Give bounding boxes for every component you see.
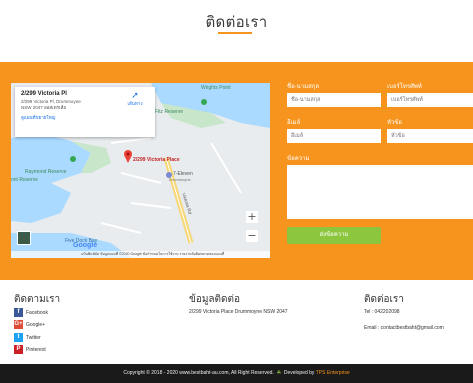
zoom-out-button[interactable]: − bbox=[246, 230, 258, 242]
subject-input[interactable] bbox=[387, 129, 473, 143]
map-label-ont-reserve: ont Reserve bbox=[11, 177, 38, 183]
twitter-icon: t bbox=[14, 333, 23, 342]
phone-label: เบอร์โทรศัพท์ bbox=[387, 84, 422, 90]
google-map[interactable]: 2/299 Victoria Pl 2/299 Victoria Pl, Dru… bbox=[11, 83, 270, 258]
copyright-text: Copyright © 2018 - 2020 www.bestbaht-au.… bbox=[123, 370, 274, 376]
follow-us-title: ติดตามเรา bbox=[14, 294, 61, 305]
message-label: ข้อความ bbox=[287, 156, 310, 162]
contact-email[interactable]: Email : contactbestbaht@gmail.com bbox=[364, 325, 444, 331]
facebook-icon: f bbox=[14, 308, 23, 317]
satellite-toggle[interactable] bbox=[17, 231, 31, 245]
map-label-wrights-point: Wrights Point bbox=[201, 85, 231, 91]
subject-label: หัวข้อ bbox=[387, 120, 403, 126]
social-link-google[interactable]: G+ Google+ bbox=[14, 320, 45, 329]
social-link-facebook[interactable]: f Facebook bbox=[14, 308, 48, 317]
page-title: ติดต่อเรา bbox=[205, 14, 268, 31]
email-label: อีเมล์ bbox=[287, 120, 301, 126]
pinterest-icon: P bbox=[14, 345, 23, 354]
social-label: Facebook bbox=[26, 309, 48, 316]
map-footer: แป้นพิมพ์ลัด ข้อมูลแผนที่ ©2020 Google ข… bbox=[11, 251, 270, 258]
map-marker-label: 2/299 Victoria Place bbox=[133, 157, 180, 163]
copyright-bar: Copyright © 2018 - 2020 www.bestbaht-au.… bbox=[0, 364, 473, 383]
directions-icon: ➚ bbox=[131, 90, 139, 100]
social-link-pinterest[interactable]: P Pinterest bbox=[14, 345, 46, 354]
send-message-button[interactable]: ส่งข้อความ bbox=[287, 227, 381, 244]
social-label: Pinterest bbox=[26, 346, 46, 353]
contact-tel: Tel : 042202098 bbox=[364, 309, 400, 315]
name-label: ชื่อ-นามสกุล bbox=[287, 84, 320, 90]
map-card-address: 2/299 Victoria Pl, Drummoyne NSW 2047 ออ… bbox=[21, 99, 81, 110]
phone-input[interactable] bbox=[387, 93, 473, 107]
zoom-in-button[interactable]: + bbox=[246, 211, 258, 223]
leaf-icon: ☘ bbox=[275, 370, 283, 376]
map-info-card: 2/299 Victoria Pl 2/299 Victoria Pl, Dru… bbox=[15, 87, 155, 137]
developed-by-text: Developed by bbox=[283, 370, 315, 376]
developer-link[interactable]: TPS Enterprise bbox=[316, 370, 350, 376]
map-label-fitz-reserve: Fitz Reserve bbox=[155, 109, 184, 115]
social-label: Google+ bbox=[26, 321, 46, 328]
google-icon: G+ bbox=[14, 320, 23, 329]
contact-address: 2/299 Victoria Place Drummoyne NSW 2047 bbox=[189, 309, 288, 315]
google-logo: Google bbox=[73, 242, 98, 249]
map-label-raymond-reserve: Raymond Reserve bbox=[25, 169, 67, 175]
view-larger-map-link[interactable]: ดูแผนที่ขยายใหญ่ bbox=[21, 114, 149, 121]
contact-info-title: ข้อมูลติดต่อ bbox=[189, 294, 241, 305]
contact-us-title: ติดต่อเรา bbox=[364, 294, 404, 305]
social-link-twitter[interactable]: t Twitter bbox=[14, 333, 41, 342]
directions-button[interactable]: ➚ เส้นทาง bbox=[123, 91, 147, 107]
directions-label: เส้นทาง bbox=[127, 101, 143, 106]
name-input[interactable] bbox=[287, 93, 381, 107]
map-label-seven-eleven-sub: Drummoyne bbox=[169, 177, 191, 182]
message-textarea[interactable] bbox=[287, 165, 473, 219]
social-label: Twitter bbox=[26, 334, 41, 341]
title-underline bbox=[218, 32, 252, 34]
email-input[interactable] bbox=[287, 129, 381, 143]
page-header: ติดต่อเรา bbox=[0, 0, 473, 60]
